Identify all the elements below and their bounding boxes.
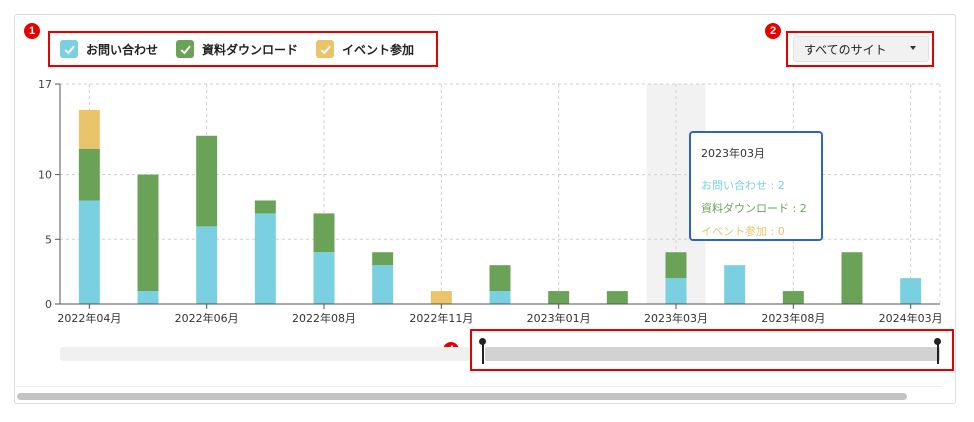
- x-tick-label: 2022年06月: [175, 311, 239, 325]
- bar-segment: [254, 213, 276, 304]
- bar-segment: [489, 291, 511, 304]
- y-tick-label: 0: [45, 298, 52, 311]
- tooltip-row-download: 資料ダウンロード : 2: [701, 202, 807, 215]
- bar-segment: [254, 200, 276, 214]
- tooltip-row-event: イベント参加 : 0: [701, 225, 785, 238]
- x-tick-label: 2023年03月: [644, 311, 708, 325]
- bar-segment: [724, 265, 746, 304]
- tooltip-title: 2023年03月: [701, 147, 765, 160]
- bar-segment: [78, 148, 100, 201]
- y-tick-label: 17: [38, 78, 52, 91]
- bar-segment: [900, 278, 922, 304]
- bar-segment: [313, 252, 335, 304]
- bar-segment: [548, 291, 570, 304]
- bar-segment: [313, 213, 335, 253]
- slider-track: [60, 347, 470, 361]
- tooltip-row-inquiry: お問い合わせ : 2: [701, 179, 785, 192]
- bar-segment: [430, 291, 452, 304]
- slider-selected-range[interactable]: [485, 347, 940, 361]
- bar-segment: [489, 265, 511, 292]
- bar-segment: [665, 278, 687, 304]
- bar-segment: [782, 291, 804, 304]
- bar-segment: [137, 174, 159, 292]
- chart-tooltip: 2023年03月 お問い合わせ : 2 資料ダウンロード : 2 イベント参加 …: [689, 131, 823, 241]
- bar-segment: [606, 291, 628, 304]
- bar-segment: [137, 291, 159, 304]
- bar-segment: [78, 109, 100, 149]
- slider-handle-left-knob[interactable]: [479, 338, 486, 345]
- x-tick-label: 2022年08月: [292, 311, 356, 325]
- x-tick-label: 2023年08月: [761, 311, 825, 325]
- bar-segment: [196, 226, 218, 304]
- bar-segment: [78, 200, 100, 304]
- x-tick-label: 2024年03月: [879, 311, 943, 325]
- x-tick-label: 2022年04月: [57, 311, 121, 325]
- bar-segment: [196, 135, 218, 227]
- y-tick-label: 10: [38, 169, 52, 182]
- bar-segment: [841, 252, 863, 304]
- bar-segment: [372, 252, 394, 266]
- slider-handle-right-knob[interactable]: [934, 338, 941, 345]
- x-tick-label: 2022年11月: [409, 311, 473, 325]
- y-tick-label: 5: [45, 233, 52, 246]
- x-tick-label: 2023年01月: [527, 311, 591, 325]
- bar-segment: [665, 252, 687, 279]
- bar-segment: [372, 265, 394, 304]
